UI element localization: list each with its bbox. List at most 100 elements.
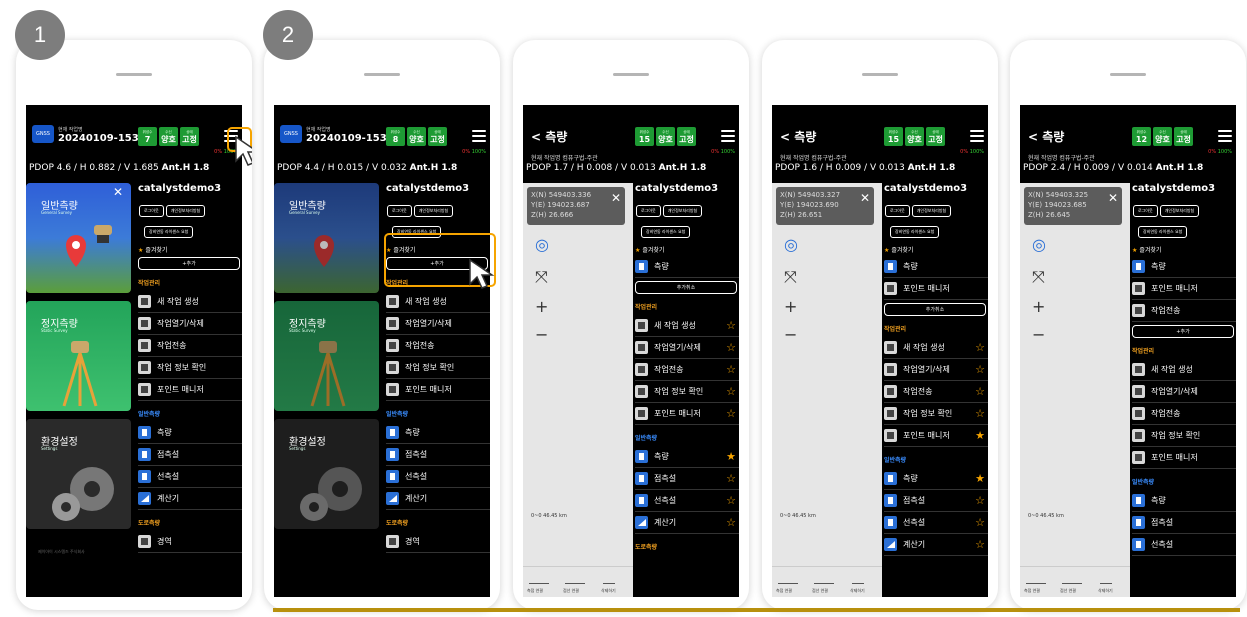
- logout-button[interactable]: 로그아웃: [387, 205, 412, 217]
- menu-item[interactable]: 작업전송: [138, 335, 242, 357]
- menu-item[interactable]: 작업 정보 확인: [386, 357, 490, 379]
- menu-item[interactable]: 새 작업 생성 ☆: [635, 315, 739, 337]
- hamburger-icon[interactable]: [472, 130, 486, 142]
- star-outline-icon[interactable]: ☆: [726, 494, 736, 507]
- privacy-button[interactable]: 개인정보처리방침: [165, 205, 206, 217]
- menu-item[interactable]: 작업열기/삭제 ☆: [884, 359, 988, 381]
- close-icon[interactable]: ✕: [860, 192, 870, 204]
- line-connect-icon[interactable]: [1062, 571, 1082, 584]
- logout-button[interactable]: 로그아웃: [636, 205, 661, 217]
- star-filled-icon[interactable]: ★: [975, 429, 985, 442]
- menu-item[interactable]: 새 작업 생성: [386, 291, 490, 313]
- menu-item[interactable]: 작업 정보 확인: [1132, 425, 1236, 447]
- menu-item[interactable]: 선측설: [1132, 534, 1236, 556]
- favorite-item[interactable]: 포인트 매니저: [1132, 278, 1236, 300]
- favorite-item[interactable]: 측량: [635, 256, 739, 278]
- star-filled-icon[interactable]: ★: [975, 472, 985, 485]
- star-outline-icon[interactable]: ☆: [975, 494, 985, 507]
- menu-item[interactable]: 경역: [386, 531, 490, 553]
- menu-item[interactable]: 측량: [138, 422, 242, 444]
- menu-item[interactable]: 점측설: [386, 444, 490, 466]
- fit-extent-icon[interactable]: ⤧: [1032, 267, 1045, 287]
- close-icon[interactable]: ✕: [1108, 192, 1118, 204]
- trash-icon[interactable]: [1100, 571, 1112, 584]
- close-icon[interactable]: ✕: [611, 192, 621, 204]
- star-outline-icon[interactable]: ☆: [726, 516, 736, 529]
- menu-item[interactable]: 새 작업 생성: [138, 291, 242, 313]
- menu-item[interactable]: 작업 정보 확인 ☆: [884, 403, 988, 425]
- zoom-out-icon[interactable]: −: [784, 325, 797, 344]
- menu-item[interactable]: 선측설 ☆: [884, 512, 988, 534]
- tile-settings[interactable]: 환경설정 Settings: [274, 419, 379, 529]
- favorite-item[interactable]: 측량: [1132, 256, 1236, 278]
- menu-item[interactable]: 선측설 ☆: [635, 490, 739, 512]
- map-view[interactable]: X(N) 549403.336 Y(E) 194023.687 Z(H) 26.66…: [523, 183, 633, 597]
- back-button[interactable]: < 측량: [1028, 128, 1064, 145]
- back-button[interactable]: < 측량: [780, 128, 816, 145]
- favorite-item[interactable]: 작업전송: [1132, 300, 1236, 322]
- license-request-button[interactable]: 장비연동 라이센스 요청: [890, 226, 940, 238]
- star-outline-icon[interactable]: ☆: [975, 407, 985, 420]
- menu-item[interactable]: 점측설 ☆: [884, 490, 988, 512]
- tile-general-survey[interactable]: 일반측량 General Survey: [274, 183, 379, 293]
- point-connect-icon[interactable]: [529, 571, 549, 584]
- star-outline-icon[interactable]: ☆: [975, 516, 985, 529]
- star-outline-icon[interactable]: ☆: [975, 363, 985, 376]
- zoom-out-icon[interactable]: −: [535, 325, 548, 344]
- star-outline-icon[interactable]: ☆: [726, 319, 736, 332]
- menu-item[interactable]: 계산기: [386, 488, 490, 510]
- hamburger-icon[interactable]: [970, 130, 984, 142]
- menu-item[interactable]: 점측설 ☆: [635, 468, 739, 490]
- logout-button[interactable]: 로그아웃: [885, 205, 910, 217]
- zoom-in-icon[interactable]: +: [1032, 297, 1045, 316]
- trash-icon[interactable]: [852, 571, 864, 584]
- star-outline-icon[interactable]: ☆: [975, 385, 985, 398]
- menu-item[interactable]: 측량: [386, 422, 490, 444]
- menu-item[interactable]: 선측설: [386, 466, 490, 488]
- license-request-button[interactable]: 장비연동 라이센스 요청: [144, 226, 194, 238]
- star-outline-icon[interactable]: ☆: [975, 341, 985, 354]
- map-view[interactable]: X(N) 549403.325 Y(E) 194023.685 Z(H) 26.64…: [1020, 183, 1130, 597]
- star-outline-icon[interactable]: ☆: [726, 472, 736, 485]
- point-connect-icon[interactable]: [778, 571, 798, 584]
- menu-item[interactable]: 계산기 ☆: [635, 512, 739, 534]
- menu-item[interactable]: 작업전송: [1132, 403, 1236, 425]
- star-outline-icon[interactable]: ☆: [726, 407, 736, 420]
- menu-item[interactable]: 포인트 매니저: [386, 379, 490, 401]
- favorite-item[interactable]: 포인트 매니저: [884, 278, 988, 300]
- menu-item[interactable]: 작업 정보 확인 ☆: [635, 381, 739, 403]
- menu-item[interactable]: 측량: [1132, 490, 1236, 512]
- menu-item[interactable]: 포인트 매니저: [1132, 447, 1236, 469]
- menu-item[interactable]: 점측설: [138, 444, 242, 466]
- menu-item[interactable]: 작업 정보 확인: [138, 357, 242, 379]
- locate-icon[interactable]: ◎: [784, 235, 798, 254]
- logout-button[interactable]: 로그아웃: [1133, 205, 1158, 217]
- favorites-cancel-button[interactable]: 추가취소: [884, 303, 986, 316]
- menu-item[interactable]: 계산기 ☆: [884, 534, 988, 556]
- favorite-item[interactable]: 측량: [884, 256, 988, 278]
- menu-item[interactable]: 포인트 매니저 ☆: [635, 403, 739, 425]
- hamburger-icon[interactable]: [721, 130, 735, 142]
- favorites-add-button[interactable]: +추가: [138, 257, 240, 270]
- logout-button[interactable]: 로그아웃: [139, 205, 164, 217]
- back-button[interactable]: < 측량: [531, 128, 567, 145]
- privacy-button[interactable]: 개인정보처리방침: [413, 205, 454, 217]
- license-request-button[interactable]: 장비연동 라이센스 요청: [641, 226, 691, 238]
- menu-item[interactable]: 작업열기/삭제: [386, 313, 490, 335]
- menu-item[interactable]: 경역: [138, 531, 242, 553]
- privacy-button[interactable]: 개인정보처리방침: [911, 205, 952, 217]
- star-outline-icon[interactable]: ☆: [975, 538, 985, 551]
- privacy-button[interactable]: 개인정보처리방침: [1159, 205, 1200, 217]
- license-request-button[interactable]: 장비연동 라이센스 요청: [1138, 226, 1188, 238]
- star-outline-icon[interactable]: ☆: [726, 341, 736, 354]
- point-connect-icon[interactable]: [1026, 571, 1046, 584]
- menu-item[interactable]: 작업전송 ☆: [635, 359, 739, 381]
- fit-extent-icon[interactable]: ⤧: [784, 267, 797, 287]
- menu-item[interactable]: 포인트 매니저 ★: [884, 425, 988, 447]
- menu-item[interactable]: 측량 ★: [884, 468, 988, 490]
- menu-item[interactable]: 새 작업 생성: [1132, 359, 1236, 381]
- locate-icon[interactable]: ◎: [535, 235, 549, 254]
- menu-item[interactable]: 새 작업 생성 ☆: [884, 337, 988, 359]
- menu-item[interactable]: 작업전송 ☆: [884, 381, 988, 403]
- line-connect-icon[interactable]: [814, 571, 834, 584]
